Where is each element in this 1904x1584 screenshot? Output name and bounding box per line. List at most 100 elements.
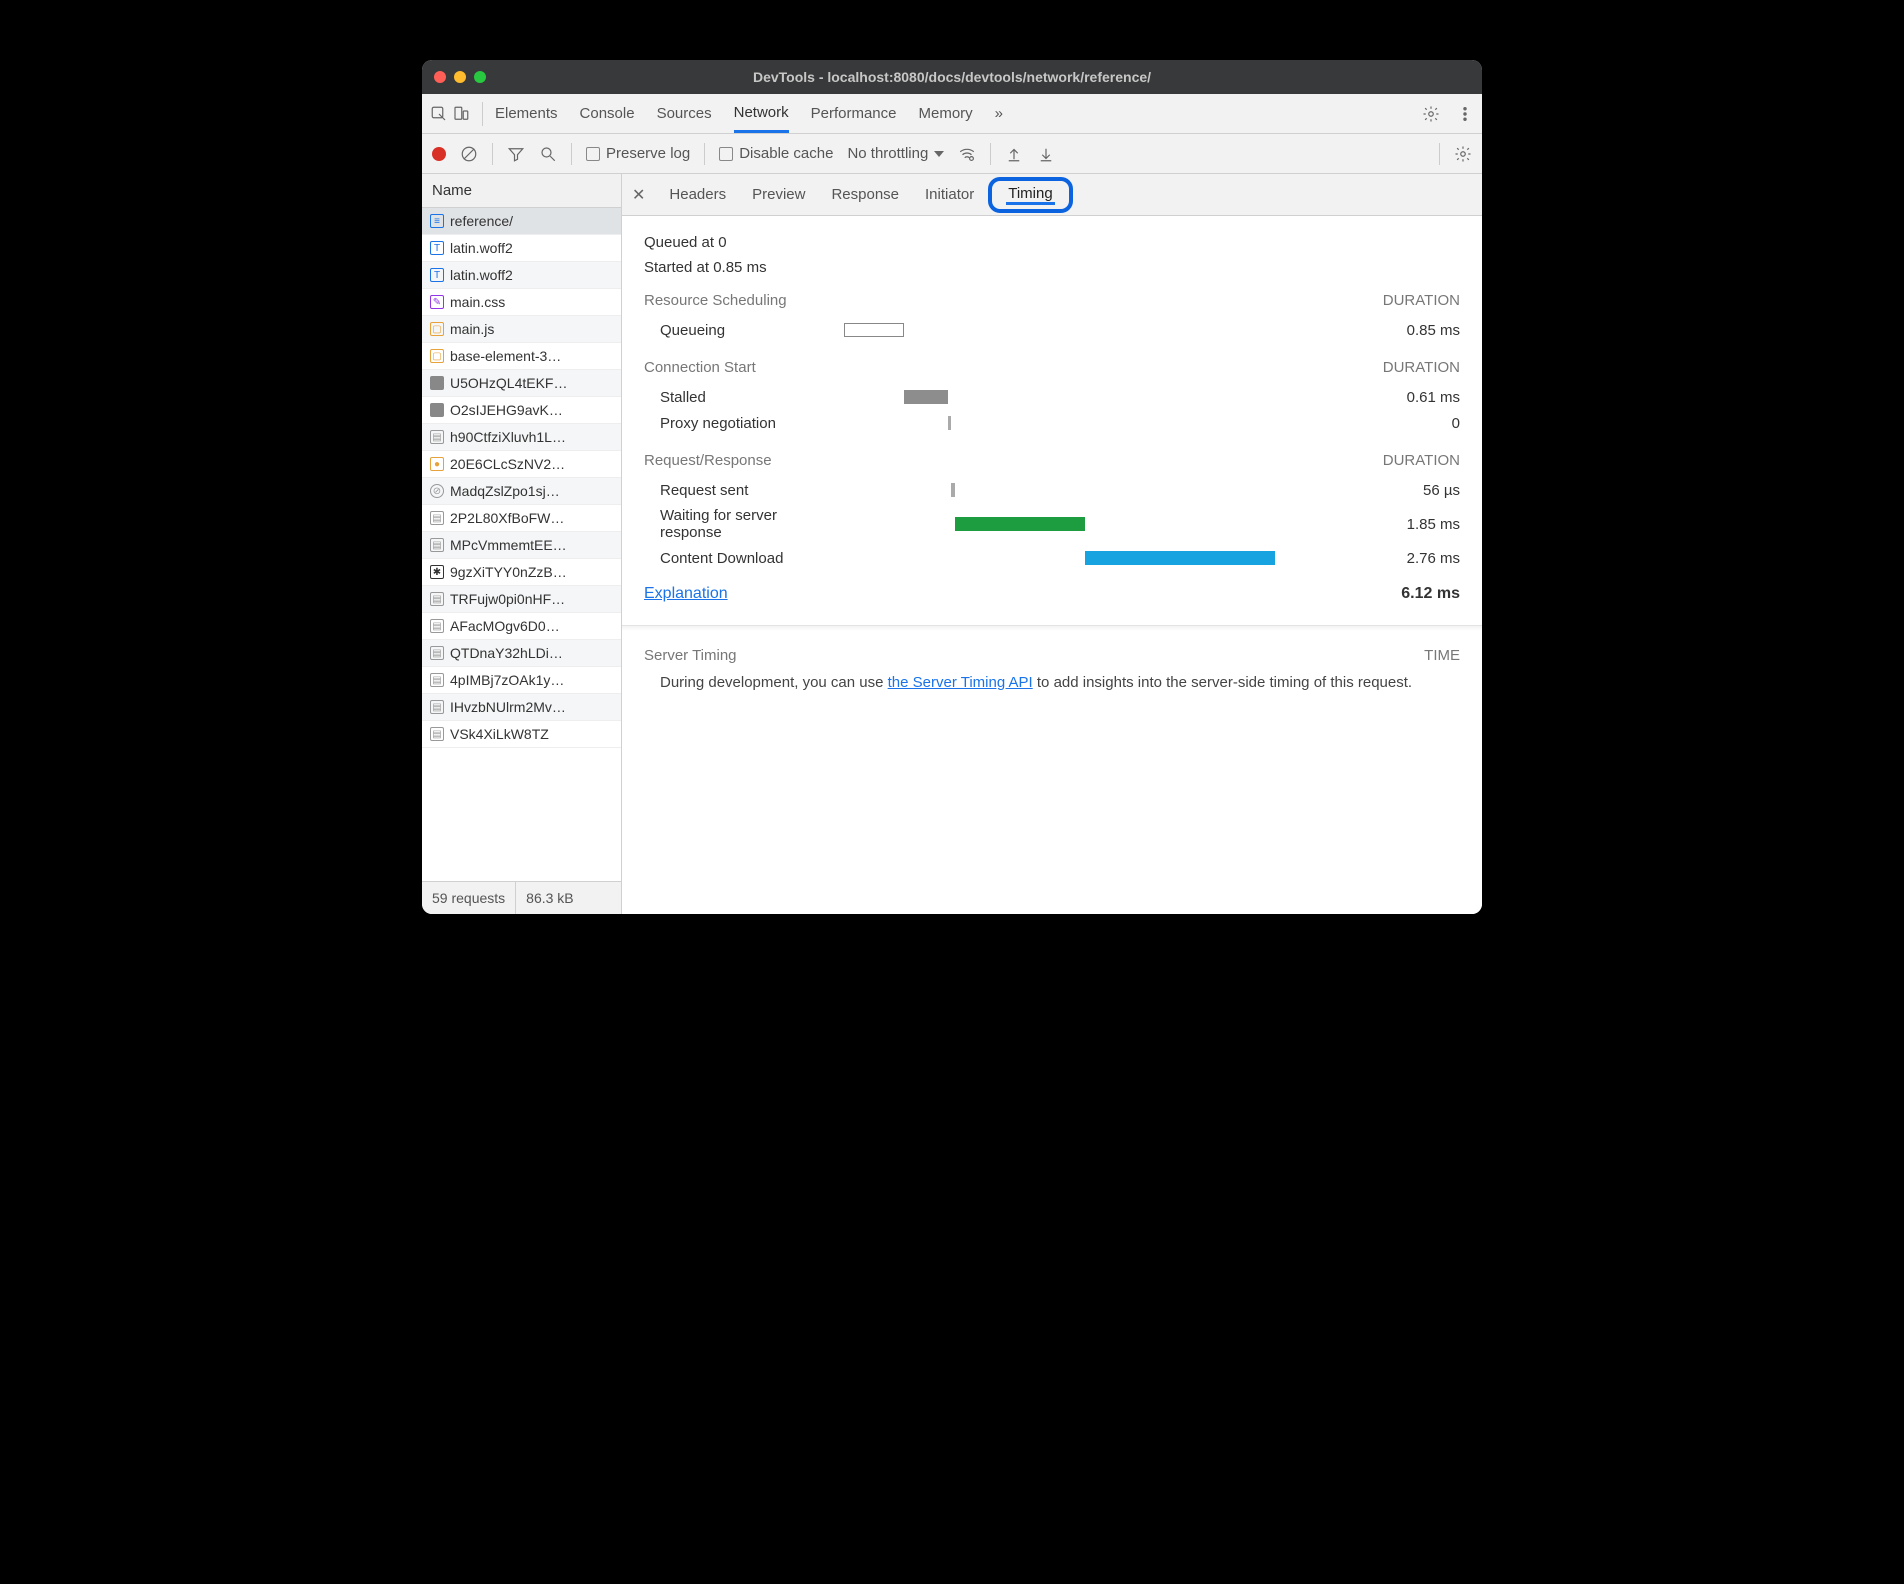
total-row: Explanation 6.12 ms	[644, 585, 1460, 603]
css-file-icon: ✎	[430, 295, 444, 309]
tab-response[interactable]: Response	[829, 174, 901, 215]
tab-timing[interactable]: Timing	[1006, 185, 1054, 205]
tab-network[interactable]: Network	[734, 94, 789, 133]
disable-cache-label: Disable cache	[739, 145, 833, 162]
disable-cache-checkbox[interactable]: Disable cache	[719, 145, 833, 162]
explanation-link[interactable]: Explanation	[644, 585, 728, 603]
throttling-dropdown[interactable]: No throttling	[847, 145, 944, 162]
settings-icon[interactable]	[1422, 105, 1440, 123]
tab-memory[interactable]: Memory	[919, 94, 973, 133]
tab-initiator[interactable]: Initiator	[923, 174, 976, 215]
font-file-icon: T	[430, 241, 444, 255]
request-list[interactable]: ≡reference/Tlatin.woff2Tlatin.woff2✎main…	[422, 208, 621, 881]
timing-bar-area	[844, 414, 1360, 432]
img-file-icon	[430, 403, 444, 417]
timing-value: 0	[1370, 415, 1460, 432]
request-name: latin.woff2	[450, 267, 513, 283]
blocked-file-icon: ⊘	[430, 484, 444, 498]
request-row[interactable]: Tlatin.woff2	[422, 235, 621, 262]
inspect-icon[interactable]	[430, 105, 448, 123]
request-name: main.js	[450, 321, 494, 337]
request-row[interactable]: ✎main.css	[422, 289, 621, 316]
divider	[622, 625, 1482, 631]
detail-tabs: ✕ Headers Preview Response Initiator Tim…	[622, 174, 1482, 216]
request-name: 9gzXiTYY0nZzB…	[450, 564, 567, 580]
request-name: AFacMOgv6D0…	[450, 618, 560, 634]
download-har-icon[interactable]	[1037, 145, 1055, 163]
request-name: reference/	[450, 213, 513, 229]
clear-icon[interactable]	[460, 145, 478, 163]
request-name: IHvzbNUlrm2Mv…	[450, 699, 566, 715]
other-file-icon: ▤	[430, 430, 444, 444]
duration-label: DURATION	[1383, 292, 1460, 309]
request-row[interactable]: ●20E6CLcSzNV2…	[422, 451, 621, 478]
request-row[interactable]: ≡reference/	[422, 208, 621, 235]
server-timing-head: Server Timing TIME	[644, 647, 1460, 664]
highlight-annotation: Timing	[988, 177, 1072, 213]
request-name: 2P2L80XfBoFW…	[450, 510, 564, 526]
record-button[interactable]	[432, 147, 446, 161]
timing-row: Proxy negotiation 0	[644, 410, 1460, 436]
network-conditions-icon[interactable]	[958, 145, 976, 163]
close-detail-button[interactable]: ✕	[632, 185, 645, 205]
request-row[interactable]: ▤4pIMBj7zOAk1y…	[422, 667, 621, 694]
server-timing-api-link[interactable]: the Server Timing API	[888, 674, 1033, 691]
other-file-icon: ▤	[430, 511, 444, 525]
timing-label: Proxy negotiation	[644, 415, 834, 432]
server-text-before: During development, you can use	[660, 674, 888, 691]
request-row[interactable]: Tlatin.woff2	[422, 262, 621, 289]
section-request: Request/Response DURATION Request sent56…	[644, 452, 1460, 571]
timing-bar	[904, 390, 948, 404]
timing-bar-area	[844, 549, 1360, 567]
request-row[interactable]: ⊘ MadqZslZpo1sj…	[422, 478, 621, 505]
request-row[interactable]: ▤ 2P2L80XfBoFW…	[422, 505, 621, 532]
request-name: MadqZslZpo1sj…	[450, 483, 560, 499]
tab-preview[interactable]: Preview	[750, 174, 807, 215]
request-row[interactable]: ✱ 9gzXiTYY0nZzB…	[422, 559, 621, 586]
request-row[interactable]: ▤ AFacMOgv6D0…	[422, 613, 621, 640]
device-toolbar-icon[interactable]	[452, 105, 470, 123]
other-file-icon: ▤	[430, 673, 444, 687]
maximize-window-button[interactable]	[474, 71, 486, 83]
request-name: O2sIJEHG9avK…	[450, 402, 563, 418]
separator	[990, 143, 991, 165]
preserve-log-checkbox[interactable]: Preserve log	[586, 145, 690, 162]
detail-pane: ✕ Headers Preview Response Initiator Tim…	[622, 174, 1482, 914]
network-settings-icon[interactable]	[1454, 145, 1472, 163]
json-file-icon: ●	[430, 457, 444, 471]
request-row[interactable]: ▢main.js	[422, 316, 621, 343]
search-icon[interactable]	[539, 145, 557, 163]
request-row[interactable]: U5OHzQL4tEKF…	[422, 370, 621, 397]
close-window-button[interactable]	[434, 71, 446, 83]
tab-performance[interactable]: Performance	[811, 94, 897, 133]
other-file-icon: ▤	[430, 619, 444, 633]
other-file-icon: ▤	[430, 592, 444, 606]
request-row[interactable]: O2sIJEHG9avK…	[422, 397, 621, 424]
request-name: h90CtfziXluvh1L…	[450, 429, 566, 445]
tab-elements[interactable]: Elements	[495, 94, 558, 133]
main-tabbar: Elements Console Sources Network Perform…	[422, 94, 1482, 134]
tab-console[interactable]: Console	[580, 94, 635, 133]
request-row[interactable]: ▤MPcVmmemtEE…	[422, 532, 621, 559]
request-row[interactable]: ▢base-element-3…	[422, 343, 621, 370]
started-at-text: Started at 0.85 ms	[644, 259, 1460, 276]
tab-headers[interactable]: Headers	[667, 174, 728, 215]
request-row[interactable]: ▤VSk4XiLkW8TZ	[422, 721, 621, 748]
timing-bar	[1085, 551, 1275, 565]
request-row[interactable]: ▤TRFujw0pi0nHF…	[422, 586, 621, 613]
panel-tabs: Elements Console Sources Network Perform…	[495, 94, 1003, 133]
filter-icon[interactable]	[507, 145, 525, 163]
section-scheduling: Resource Scheduling DURATION Queueing0.8…	[644, 292, 1460, 343]
font-file-icon: T	[430, 268, 444, 282]
request-row[interactable]: ▤IHvzbNUlrm2Mv…	[422, 694, 621, 721]
upload-har-icon[interactable]	[1005, 145, 1023, 163]
request-row[interactable]: ▤QTDnaY32hLDi…	[422, 640, 621, 667]
kebab-menu-icon[interactable]	[1456, 105, 1474, 123]
request-row[interactable]: ▤ h90CtfziXluvh1L…	[422, 424, 621, 451]
timing-label: Request sent	[644, 482, 834, 499]
tab-more[interactable]: »	[995, 94, 1003, 133]
tab-sources[interactable]: Sources	[657, 94, 712, 133]
gear-file-icon: ✱	[430, 565, 444, 579]
timing-bar-area	[844, 388, 1360, 406]
minimize-window-button[interactable]	[454, 71, 466, 83]
